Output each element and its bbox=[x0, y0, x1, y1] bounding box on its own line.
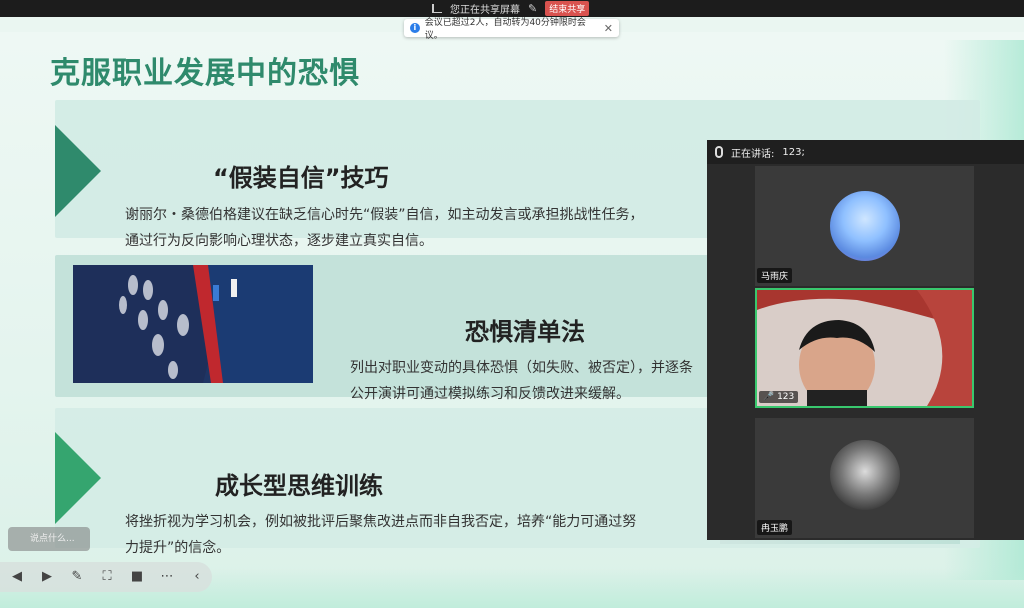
section-body-1: 谢丽尔・桑德伯格建议在缺乏信心时先“假装”自信，如主动发言或承担挑战性任务， 通… bbox=[125, 207, 644, 249]
participant-tile[interactable]: 冉玉鹏 bbox=[755, 418, 974, 538]
section-heading-1: “假装自信”技巧 bbox=[213, 164, 389, 192]
more-icon[interactable]: ⋯ bbox=[158, 568, 176, 586]
share-status: 您正在共享屏幕 ✎ 结束共享 bbox=[432, 1, 590, 16]
participant-name: 马雨庆 bbox=[757, 268, 793, 283]
prev-icon[interactable]: ◀ bbox=[8, 568, 26, 586]
slide-title: 克服职业发展中的恐惧 bbox=[50, 56, 360, 91]
participant-name: 冉玉鹏 bbox=[757, 520, 793, 535]
section-heading-3: 成长型思维训练 bbox=[215, 472, 383, 500]
avatar bbox=[830, 440, 900, 510]
sharing-text: 您正在共享屏幕 bbox=[450, 5, 520, 16]
meeting-notice: i 会议已超过2人，自动转为40分钟限时会议。 ✕ bbox=[404, 18, 619, 41]
section-heading-2: 恐惧清单法 bbox=[465, 318, 585, 346]
pen-icon[interactable]: ✎ bbox=[68, 568, 86, 586]
speaking-label: 正在讲话: bbox=[731, 148, 775, 160]
participant-tile[interactable]: 马雨庆 bbox=[755, 166, 974, 286]
participant-tile-active[interactable]: 🎤 123 bbox=[755, 288, 974, 408]
video-feed bbox=[757, 290, 972, 406]
screenshot-icon[interactable]: ⛶ bbox=[98, 568, 116, 586]
next-icon[interactable]: ▶ bbox=[38, 568, 56, 586]
section-body-2: 列出对职业变动的具体恐惧（如失败、被否定），并逐条 公开演讲可通过模拟练习和反馈… bbox=[350, 360, 693, 402]
mic-icon bbox=[715, 146, 723, 158]
presentation-toolbar: ◀ ▶ ✎ ⛶ ■ ⋯ ‹ bbox=[0, 562, 212, 592]
camera-icon[interactable]: ■ bbox=[128, 568, 146, 586]
collapse-icon[interactable]: ‹ bbox=[188, 568, 206, 586]
info-icon: i bbox=[410, 23, 420, 33]
chat-input[interactable]: 说点什么... bbox=[8, 527, 90, 551]
close-icon[interactable]: ✕ bbox=[604, 22, 613, 35]
section-body-3: 将挫折视为学习机会，例如被批评后聚焦改进点而非自我否定，培养“能力可通过努 力提… bbox=[125, 514, 637, 556]
stop-share-button[interactable]: 结束共享 bbox=[545, 1, 590, 16]
arrow-marker-1 bbox=[55, 125, 101, 217]
arrow-marker-3 bbox=[55, 432, 101, 524]
avatar bbox=[830, 191, 900, 261]
speaking-header: 正在讲话: 123; bbox=[707, 140, 1024, 164]
speaking-name: 123; bbox=[782, 146, 805, 158]
signal-icon bbox=[432, 4, 442, 13]
section-illustration bbox=[73, 265, 313, 383]
notice-text: 会议已超过2人，自动转为40分钟限时会议。 bbox=[424, 18, 586, 41]
participant-name: 🎤 123 bbox=[759, 391, 799, 403]
pen-icon[interactable]: ✎ bbox=[528, 2, 537, 15]
